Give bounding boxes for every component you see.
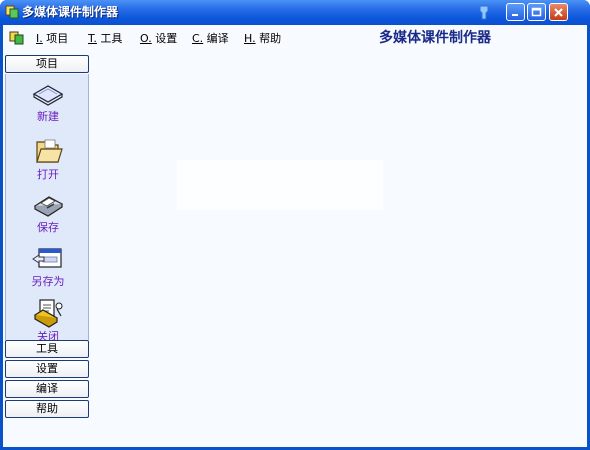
menu-item-tools-key: T. <box>88 32 97 45</box>
section-button-project-label: 项目 <box>36 57 58 70</box>
section-button-help[interactable]: 帮助 <box>5 400 89 418</box>
menu-item-settings-key: O. <box>140 32 152 45</box>
maximize-button[interactable] <box>527 3 546 21</box>
section-button-help-label: 帮助 <box>36 402 58 415</box>
window-title: 多媒体课件制作器 <box>22 5 119 19</box>
maximize-icon <box>531 7 542 17</box>
menu-item-settings[interactable]: O. 设置 <box>140 32 177 45</box>
menu-item-project[interactable]: I. 项目 <box>36 32 68 45</box>
save-as-icon <box>32 248 62 268</box>
app-window: 多媒体课件制作器 I. 项目 T. 工具 O. 设置 C. 编译 H. 帮助 多… <box>0 0 590 450</box>
menu-item-help-label: 帮助 <box>255 32 282 45</box>
menu-item-compile[interactable]: C. 编译 <box>192 32 229 45</box>
workspace-placeholder <box>177 160 383 210</box>
menu-item-compile-key: C. <box>192 32 204 45</box>
minimize-button[interactable] <box>506 3 525 21</box>
help-drop-icon[interactable] <box>477 5 491 21</box>
menu-item-compile-label: 编译 <box>203 32 229 45</box>
tool-new[interactable]: 新建 <box>6 82 90 132</box>
section-button-compile[interactable]: 编译 <box>5 380 89 398</box>
app-icon <box>5 5 19 19</box>
section-button-project[interactable]: 项目 <box>5 55 89 73</box>
menu-item-settings-label: 设置 <box>151 32 178 45</box>
section-button-compile-label: 编译 <box>36 382 58 395</box>
close-button[interactable] <box>549 3 568 21</box>
menu-item-project-key: I. <box>36 32 43 45</box>
menu-item-tools[interactable]: T. 工具 <box>88 32 122 45</box>
close-document-icon <box>33 299 63 328</box>
new-icon <box>32 85 64 106</box>
window-border-left <box>0 25 3 450</box>
section-button-tools[interactable]: 工具 <box>5 340 89 358</box>
menu-item-help-key: H. <box>244 32 256 45</box>
tool-save-as-label: 另存为 <box>31 275 65 288</box>
save-icon <box>33 196 64 217</box>
tool-new-label: 新建 <box>37 110 59 123</box>
close-icon <box>554 8 563 17</box>
menu-item-project-label: 项目 <box>42 32 69 45</box>
menu-item-help[interactable]: H. 帮助 <box>244 32 281 45</box>
tool-save[interactable]: 保存 <box>6 191 90 241</box>
tool-open-label: 打开 <box>37 168 59 181</box>
open-folder-icon <box>36 139 63 163</box>
section-button-tools-label: 工具 <box>36 342 58 355</box>
section-button-settings-label: 设置 <box>36 362 58 375</box>
app-icon-small <box>9 31 24 45</box>
minimize-icon <box>512 14 518 16</box>
project-tools-panel: 新建 打开 保存 另存为 关闭 <box>5 74 90 354</box>
title-bar[interactable]: 多媒体课件制作器 <box>0 0 590 25</box>
menu-bar: I. 项目 T. 工具 O. 设置 C. 编译 H. 帮助 多媒体课件制作器 <box>3 25 587 52</box>
menu-item-tools-label: 工具 <box>96 32 123 45</box>
tool-save-label: 保存 <box>37 221 59 234</box>
tool-open[interactable]: 打开 <box>6 136 90 186</box>
tool-save-as[interactable]: 另存为 <box>6 245 90 295</box>
client-area: I. 项目 T. 工具 O. 设置 C. 编译 H. 帮助 多媒体课件制作器 项… <box>3 25 587 447</box>
left-panel: 项目 新建 打开 保存 另存为 关闭 工具 设置 编译 帮助 <box>5 55 91 447</box>
workspace-area[interactable] <box>93 52 587 447</box>
section-button-settings[interactable]: 设置 <box>5 360 89 378</box>
brand-title: 多媒体课件制作器 <box>379 30 491 46</box>
